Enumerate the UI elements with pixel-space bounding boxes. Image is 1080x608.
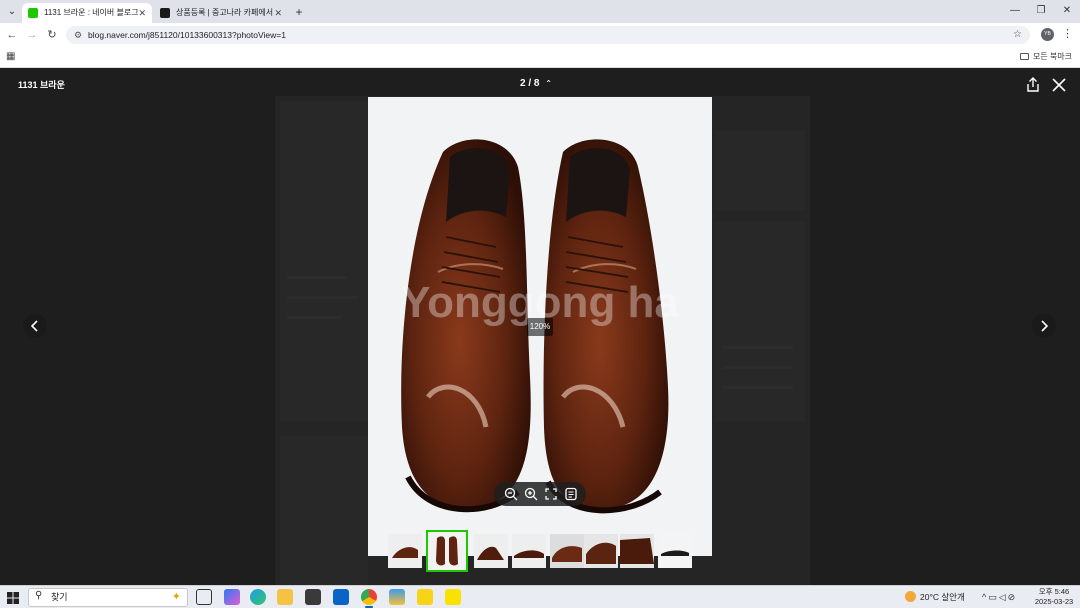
task-view-icon[interactable] xyxy=(196,589,212,605)
viewer-title: 1131 브라운 xyxy=(18,80,65,90)
windows-taskbar: ⚲ 찾기 ✦ 20°C 살안개 ^▭◁⊘ 오후 5:46 2025-03-23 xyxy=(0,585,1080,608)
bookmark-star-icon[interactable]: ☆ xyxy=(1013,26,1022,44)
chrome-icon[interactable] xyxy=(361,589,377,608)
clock-time: 오후 5:46 xyxy=(1038,587,1070,596)
window-close-button[interactable]: ✕ xyxy=(1052,3,1080,19)
close-icon[interactable] xyxy=(1050,76,1068,94)
folder-icon xyxy=(1019,53,1029,60)
notification-icon[interactable]: ⊘ xyxy=(1008,592,1018,602)
reload-button[interactable]: ↻ xyxy=(44,27,60,43)
windows-start-icon[interactable] xyxy=(6,591,20,605)
tab-naver-blog[interactable]: 1131 브라운 : 네이버 블로그 ✕ xyxy=(22,3,152,23)
thumbnail-5[interactable] xyxy=(550,534,584,568)
taskbar-search-text: 찾기 xyxy=(51,592,68,602)
photo-viewer: 1131 브라운 2 / 8 ⌃ Yonggong ha 120% xyxy=(0,68,1080,585)
site-info-icon[interactable]: ⚙ xyxy=(74,28,82,42)
share-icon[interactable] xyxy=(1024,76,1042,94)
photo-toolbar xyxy=(494,482,586,506)
prev-photo-button[interactable] xyxy=(23,314,47,338)
file-explorer-icon[interactable] xyxy=(277,589,293,605)
chevron-up-icon: ⌃ xyxy=(545,79,552,88)
chevron-left-icon xyxy=(30,320,38,332)
cafe-favicon-icon xyxy=(160,8,170,18)
copilot-icon[interactable] xyxy=(224,589,240,605)
zoom-level-badge: 120% xyxy=(527,318,553,336)
thumbnail-strip xyxy=(388,530,694,572)
copilot-sparkle-icon: ✦ xyxy=(171,591,181,603)
thumbnail-2[interactable] xyxy=(426,530,468,572)
weather-widget[interactable]: 20°C 살안개 xyxy=(905,589,965,605)
outlook-icon[interactable] xyxy=(333,589,349,605)
thumbnail-4[interactable] xyxy=(512,534,546,568)
browser-menu-icon[interactable]: ⋮ xyxy=(1062,27,1073,40)
next-photo-button[interactable] xyxy=(1032,314,1056,338)
zoom-out-icon[interactable] xyxy=(502,485,520,503)
app-stack-icon[interactable] xyxy=(389,589,405,605)
all-bookmarks-label: 모든 북마크 xyxy=(1032,52,1072,61)
thumbnail-8[interactable] xyxy=(658,534,692,568)
tab-title: 1131 브라운 : 네이버 블로그 xyxy=(44,8,139,17)
zoom-in-icon[interactable] xyxy=(522,485,540,503)
search-icon: ⚲ xyxy=(35,590,43,601)
microsoft-store-icon[interactable] xyxy=(305,589,321,605)
photo-counter[interactable]: 2 / 8 ⌃ xyxy=(520,78,552,89)
taskbar-clock[interactable]: 오후 5:46 2025-03-23 xyxy=(1034,587,1074,607)
thumbnail-7[interactable] xyxy=(620,534,654,568)
weather-sun-icon xyxy=(905,591,916,602)
system-tray[interactable]: ^▭◁⊘ xyxy=(982,589,1017,605)
url-field[interactable]: ⚙ blog.naver.com/j851120/10133600313?pho… xyxy=(66,26,1030,44)
thumbnail-3[interactable] xyxy=(474,534,508,568)
tab-close-icon[interactable]: ✕ xyxy=(274,3,282,23)
tab-search-button[interactable]: ⌄ xyxy=(4,4,20,20)
kakaotalk-icon[interactable] xyxy=(445,589,461,605)
volume-icon[interactable]: ◁ xyxy=(999,592,1008,602)
tab-close-icon[interactable]: ✕ xyxy=(138,3,146,23)
taskbar-search[interactable]: ⚲ 찾기 ✦ xyxy=(28,588,188,607)
weather-text: 20°C 살안개 xyxy=(920,592,965,602)
browser-tab-bar: ⌄ 1131 브라운 : 네이버 블로그 ✕ 상품등록 | 중고나라 카페에서 … xyxy=(0,0,1080,23)
clock-date: 2025-03-23 xyxy=(1034,597,1074,606)
url-text[interactable]: blog.naver.com/j851120/10133600313?photo… xyxy=(88,26,286,44)
kakao-app-icon[interactable] xyxy=(417,589,433,605)
address-bar-row: ← → ↻ ⚙ blog.naver.com/j851120/101336003… xyxy=(0,23,1080,47)
thumbnail-6[interactable] xyxy=(584,534,618,568)
tab-title: 상품등록 | 중고나라 카페에서 xyxy=(176,8,274,17)
all-bookmarks-button[interactable]: 모든 북마크 xyxy=(1019,47,1072,67)
bookmarks-bar: ▦ 모든 북마크 xyxy=(0,47,1080,68)
tab-joonggonara[interactable]: 상품등록 | 중고나라 카페에서 ✕ xyxy=(154,3,288,23)
naver-blog-favicon-icon xyxy=(28,8,38,18)
chevron-right-icon xyxy=(1041,320,1049,332)
network-icon[interactable]: ▭ xyxy=(988,592,999,602)
apps-grid-icon[interactable]: ▦ xyxy=(6,51,15,62)
photo-counter-text: 2 / 8 xyxy=(520,78,540,89)
thumbnail-1[interactable] xyxy=(388,534,422,568)
fullscreen-icon[interactable] xyxy=(542,485,560,503)
forward-button[interactable]: → xyxy=(24,27,40,43)
new-tab-button[interactable]: + xyxy=(292,3,306,21)
list-icon[interactable] xyxy=(562,485,580,503)
back-button[interactable]: ← xyxy=(4,27,20,43)
edge-icon[interactable] xyxy=(250,589,266,605)
profile-avatar[interactable]: YB xyxy=(1041,28,1054,41)
